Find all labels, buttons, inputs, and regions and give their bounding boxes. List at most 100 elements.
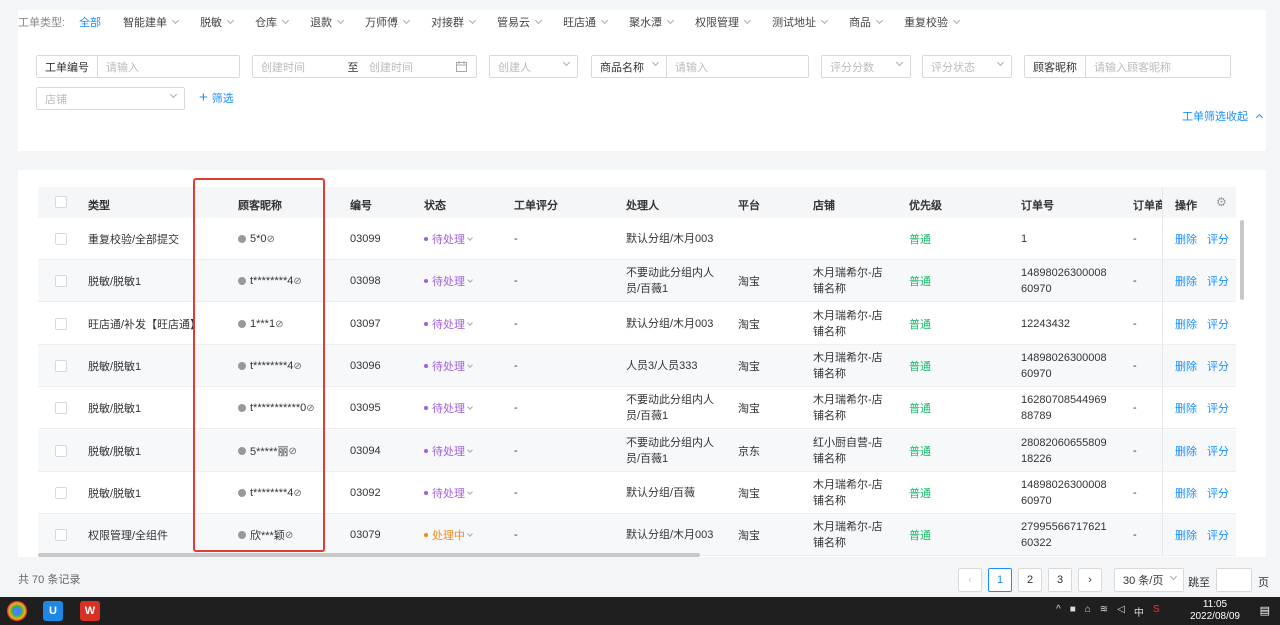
eye-off-icon[interactable]: ⊘	[293, 361, 301, 372]
volume-icon[interactable]: ◁	[1117, 604, 1125, 619]
add-filter-button[interactable]: + 筛选	[199, 90, 234, 106]
type-tab[interactable]: 聚水潭	[629, 14, 675, 30]
table-row[interactable]: 脱敏/脱敏1 t********4 ⊘ 03096 待处理 - 人员3/人员333 淘宝 木月瑞…	[38, 345, 1236, 387]
app-u-icon[interactable]: U	[43, 601, 63, 621]
row-checkbox[interactable]	[55, 514, 67, 556]
status-dropdown[interactable]: 待处理	[424, 345, 473, 387]
notification-icon[interactable]: ▤	[1260, 604, 1270, 617]
jump-page-input[interactable]	[1216, 568, 1252, 592]
checkbox[interactable]	[55, 487, 67, 499]
type-tab[interactable]: 商品	[849, 14, 884, 30]
status-dropdown[interactable]: 待处理	[424, 472, 473, 514]
nickname-input[interactable]: 请输入顾客昵称	[1086, 59, 1171, 75]
checkbox[interactable]	[55, 529, 67, 541]
product-type-select[interactable]: 商品名称	[592, 56, 667, 77]
eye-off-icon[interactable]: ⊘	[306, 403, 314, 414]
eye-off-icon[interactable]: ⊘	[285, 530, 293, 541]
prev-page-button[interactable]: ‹	[958, 568, 982, 592]
eye-off-icon[interactable]: ⊘	[289, 446, 297, 457]
type-tab[interactable]: 仓库	[255, 14, 290, 30]
nickname-field[interactable]: 顾客昵称 请输入顾客昵称	[1024, 55, 1231, 78]
cell-nickname: t********4 ⊘	[238, 345, 302, 387]
chevron-down-icon	[467, 403, 473, 410]
checkbox[interactable]	[55, 445, 67, 457]
row-checkbox[interactable]	[55, 430, 67, 472]
row-checkbox[interactable]	[55, 387, 67, 429]
status-dropdown[interactable]: 待处理	[424, 387, 473, 429]
row-checkbox[interactable]	[55, 345, 67, 387]
product-field[interactable]: 商品名称 请输入	[591, 55, 809, 78]
next-page-button[interactable]: ›	[1078, 568, 1102, 592]
created-date-range[interactable]: 创建时间 至 创建时间	[252, 55, 477, 78]
page-size-select[interactable]: 30 条/页	[1114, 568, 1184, 592]
type-tab[interactable]: 旺店通	[563, 14, 609, 30]
page-2-button[interactable]: 2	[1018, 568, 1042, 592]
type-tab[interactable]: 管易云	[497, 14, 543, 30]
row-checkbox[interactable]	[55, 472, 67, 514]
status-dropdown[interactable]: 待处理	[424, 303, 473, 345]
chevron-up-icon[interactable]: ^	[1056, 604, 1061, 619]
table-row[interactable]: 重复校验/全部提交 5*0 ⊘ 03099 待处理 - 默认分组/木月003 普通 1- 删除 评分	[38, 218, 1236, 260]
type-tab[interactable]: 重复校验	[904, 14, 961, 30]
eye-off-icon[interactable]: ⊘	[267, 234, 275, 245]
ticket-no-input[interactable]: 请输入	[98, 59, 139, 75]
sogou-icon[interactable]: S	[1153, 604, 1160, 619]
cell-id: 03098	[350, 275, 381, 287]
app-tray-icon[interactable]: ■	[1070, 604, 1076, 619]
select-all-checkbox[interactable]	[55, 196, 67, 208]
type-tabs: 工单类型: 全部 智能建单 脱敏 仓库 退款 万师傅 对接群 管易云 旺店通 聚水潭 权限管理 测试地…	[18, 14, 981, 30]
wifi-icon[interactable]: ≋	[1100, 604, 1108, 619]
checkbox[interactable]	[55, 402, 67, 414]
creator-select[interactable]: 创建人	[489, 55, 578, 78]
cell-nickname: 1***1 ⊘	[238, 303, 283, 345]
status-dropdown[interactable]: 待处理	[424, 260, 473, 302]
cell-id: 03095	[350, 402, 381, 414]
type-tab[interactable]: 万师傅	[365, 14, 411, 30]
status-dropdown[interactable]: 待处理	[424, 430, 473, 472]
wps-icon[interactable]: W	[80, 601, 100, 621]
created-start-input[interactable]: 创建时间	[253, 59, 345, 75]
checkbox[interactable]	[55, 196, 67, 208]
checkbox[interactable]	[55, 275, 67, 287]
type-tab[interactable]: 脱敏	[200, 14, 235, 30]
score-select[interactable]: 评分分数	[821, 55, 911, 78]
collapse-filters-button[interactable]: 工单筛选收起	[1182, 108, 1264, 124]
created-end-input[interactable]: 创建时间	[361, 59, 413, 75]
checkbox[interactable]	[55, 360, 67, 372]
product-input[interactable]: 请输入	[667, 59, 708, 75]
type-tab[interactable]: 退款	[310, 14, 345, 30]
eye-off-icon[interactable]: ⊘	[275, 319, 283, 330]
network-icon[interactable]: ⌂	[1085, 604, 1091, 619]
type-tab[interactable]: 权限管理	[695, 14, 752, 30]
shop-select[interactable]: 店铺	[36, 87, 185, 110]
status-dropdown[interactable]: 待处理	[424, 218, 473, 260]
chrome-icon[interactable]	[7, 601, 27, 621]
table-row[interactable]: 脱敏/脱敏1 t********4 ⊘ 03092 待处理 - 默认分组/百薇 淘宝 木月瑞希尔…	[38, 472, 1236, 514]
row-checkbox[interactable]	[55, 303, 67, 345]
cell-order: 1489802630000860970	[1021, 267, 1107, 295]
table-row[interactable]: 脱敏/脱敏1 t********4 ⊘ 03098 待处理 - 不要动此分组内人员/百薇1 淘…	[38, 260, 1236, 302]
row-checkbox[interactable]	[55, 260, 67, 302]
type-tab[interactable]: 对接群	[431, 14, 477, 30]
type-tab[interactable]: 全部	[79, 14, 101, 30]
table-row[interactable]: 权限管理/全组件 欣***颖 ⊘ 03079 处理中 - 默认分组/木月003 淘宝 木月瑞希尔…	[38, 514, 1236, 556]
page-1-button[interactable]: 1	[988, 568, 1012, 592]
clock[interactable]: 11:05 2022/08/09	[1190, 599, 1240, 623]
vertical-scrollbar[interactable]	[1240, 220, 1244, 300]
ime-label[interactable]: 中	[1134, 604, 1144, 619]
row-checkbox[interactable]	[55, 218, 67, 260]
page-3-button[interactable]: 3	[1048, 568, 1072, 592]
status-dropdown[interactable]: 处理中	[424, 514, 473, 556]
score-status-select[interactable]: 评分状态	[922, 55, 1012, 78]
table-row[interactable]: 脱敏/脱敏1 5*****丽 ⊘ 03094 待处理 - 不要动此分组内人员/百薇1 京东 红小…	[38, 430, 1236, 472]
eye-off-icon[interactable]: ⊘	[293, 488, 301, 499]
type-tab[interactable]: 测试地址	[772, 14, 829, 30]
table-row[interactable]: 旺店通/补发【旺店通】 1***1 ⊘ 03097 待处理 - 默认分组/木月003 淘宝 木月…	[38, 303, 1236, 345]
horizontal-scrollbar[interactable]	[38, 553, 700, 557]
type-tab[interactable]: 智能建单	[123, 14, 180, 30]
checkbox[interactable]	[55, 233, 67, 245]
table-row[interactable]: 脱敏/脱敏1 t***********0 ⊘ 03095 待处理 - 不要动此分组内人员/百…	[38, 387, 1236, 429]
eye-off-icon[interactable]: ⊘	[293, 276, 301, 287]
ticket-no-field[interactable]: 工单编号 请输入	[36, 55, 240, 78]
checkbox[interactable]	[55, 318, 67, 330]
